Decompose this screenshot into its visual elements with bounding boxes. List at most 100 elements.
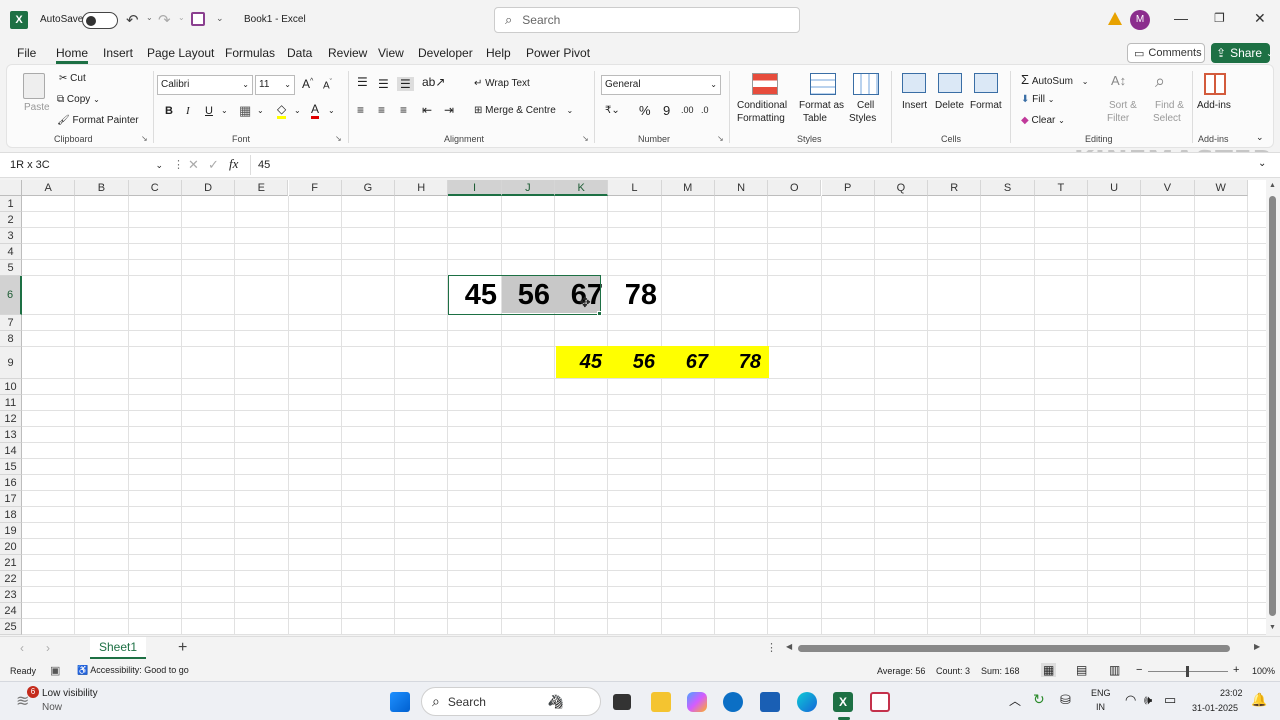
sheet-tab-sheet1[interactable]: Sheet1 xyxy=(90,637,146,659)
row-header-18[interactable]: 18 xyxy=(0,507,22,523)
volume-icon[interactable]: 🕪 xyxy=(1144,692,1152,708)
excel-taskbar-icon[interactable]: X xyxy=(833,692,853,712)
formula-input[interactable]: 45 xyxy=(258,159,270,171)
wrap-text-button[interactable]: ↵ Wrap Text xyxy=(474,78,530,89)
cell-styles-label1[interactable]: Cell xyxy=(857,100,874,111)
undo-dropdown-icon[interactable]: ⌄ xyxy=(146,13,153,22)
autosave-toggle[interactable] xyxy=(82,12,118,29)
alignment-launcher-icon[interactable]: ↘ xyxy=(582,134,589,143)
battery-icon[interactable]: ▭ xyxy=(1164,692,1176,708)
copilot-icon[interactable] xyxy=(687,692,707,712)
cell-K9[interactable]: 45 xyxy=(556,346,610,378)
currency-icon[interactable]: ₹⌄ xyxy=(605,105,620,116)
fill-color-icon[interactable]: ◇ xyxy=(277,102,287,119)
column-header-Q[interactable]: Q xyxy=(874,180,929,196)
autosum-button[interactable]: Σ AutoSum ⌄ xyxy=(1021,72,1088,87)
paste-icon[interactable] xyxy=(23,73,45,99)
row-header-15[interactable]: 15 xyxy=(0,459,22,475)
accessibility-status[interactable]: ♿ Accessibility: Good to go xyxy=(77,665,189,676)
wifi-icon[interactable]: ◠ xyxy=(1125,692,1136,708)
column-header-C[interactable]: C xyxy=(128,180,182,196)
font-color-icon[interactable]: A xyxy=(311,102,320,119)
cell-L6[interactable]: 78 xyxy=(609,276,662,314)
tab-file[interactable]: File xyxy=(17,46,36,60)
page-layout-view-icon[interactable]: ▤ xyxy=(1076,663,1087,677)
sort-filter-label1[interactable]: Sort & xyxy=(1109,100,1137,111)
italic-icon[interactable]: I xyxy=(186,105,190,117)
more-options-icon[interactable]: ⋮ xyxy=(173,158,184,171)
row-header-12[interactable]: 12 xyxy=(0,411,22,427)
decrease-decimal-icon[interactable]: .0 xyxy=(701,105,709,115)
delete-label[interactable]: Delete xyxy=(935,100,964,111)
conditional-formatting-label1[interactable]: Conditional xyxy=(737,100,787,111)
cell-M9[interactable]: 67 xyxy=(663,346,716,378)
insert-cells-icon[interactable] xyxy=(902,73,926,93)
notifications-icon[interactable]: 🔔 xyxy=(1251,692,1267,708)
find-select-icon[interactable]: ⌕ xyxy=(1155,71,1165,92)
dell-icon[interactable] xyxy=(723,692,743,712)
column-header-J[interactable]: J xyxy=(501,180,555,196)
redo-icon[interactable]: ↷ xyxy=(158,11,171,29)
file-explorer-icon[interactable] xyxy=(651,692,671,712)
font-color-dropdown-icon[interactable]: ⌄ xyxy=(328,106,335,115)
font-size-select[interactable]: 11 ⌄ xyxy=(255,75,295,95)
percent-icon[interactable]: % xyxy=(639,103,651,118)
warning-icon[interactable] xyxy=(1108,12,1122,25)
align-left-icon[interactable]: ≡ xyxy=(357,103,364,117)
clock-date[interactable]: 31-01-2025 xyxy=(1192,703,1238,713)
row-header-23[interactable]: 23 xyxy=(0,587,22,603)
lock-icon[interactable]: ⛁ xyxy=(1060,692,1071,708)
macro-record-icon[interactable]: ▣ xyxy=(50,664,60,677)
format-painter-button[interactable]: 🖌 Format Painter xyxy=(57,115,139,126)
restore-icon[interactable]: ❐ xyxy=(1214,11,1225,25)
align-middle-icon[interactable]: ☰ xyxy=(378,77,389,91)
delete-cells-icon[interactable] xyxy=(938,73,962,93)
tab-developer[interactable]: Developer xyxy=(418,46,473,60)
edge-icon[interactable] xyxy=(797,692,817,712)
share-button[interactable]: ⇪ Share ⌄ xyxy=(1211,43,1273,63)
vertical-scrollbar[interactable]: ▲ ▼ xyxy=(1266,180,1280,635)
cell-N9[interactable]: 78 xyxy=(716,346,769,378)
format-as-table-icon[interactable] xyxy=(810,73,836,95)
customize-toolbar-icon[interactable]: ⌄ xyxy=(216,13,224,24)
paste-label[interactable]: Paste xyxy=(24,102,50,113)
row-header-5[interactable]: 5 xyxy=(0,260,22,276)
row-header-7[interactable]: 7 xyxy=(0,315,22,331)
row-header-3[interactable]: 3 xyxy=(0,228,22,244)
borders-icon[interactable]: ▦ xyxy=(239,103,251,119)
worksheet-grid[interactable]: ABCDEFGHIJKLMNOPQRSTUVW 1 2 3 4 5 6 7 8 9 10 11 12 1… xyxy=(0,180,1266,635)
close-icon[interactable]: ✕ xyxy=(1254,10,1266,27)
format-as-table-label2[interactable]: Table xyxy=(803,113,827,124)
scroll-down-icon[interactable]: ▼ xyxy=(1269,624,1276,631)
scroll-left-icon[interactable]: ◀ xyxy=(786,642,792,651)
scroll-up-icon[interactable]: ▲ xyxy=(1269,182,1276,189)
column-header-I[interactable]: I xyxy=(448,180,502,196)
find-select-label1[interactable]: Find & xyxy=(1155,100,1184,111)
column-header-S[interactable]: S xyxy=(981,180,1035,196)
tab-view[interactable]: View xyxy=(378,46,404,60)
column-header-L[interactable]: L xyxy=(608,180,662,196)
clock-time[interactable]: 23:02 xyxy=(1220,688,1243,698)
tab-page-layout[interactable]: Page Layout xyxy=(147,46,214,60)
undo-icon[interactable]: ↶ xyxy=(126,11,139,29)
tab-formulas[interactable]: Formulas xyxy=(225,46,275,60)
format-label[interactable]: Format xyxy=(970,100,1002,111)
tab-review[interactable]: Review xyxy=(328,46,367,60)
column-header-K[interactable]: K xyxy=(555,180,609,196)
number-format-select[interactable]: General ⌄ xyxy=(601,75,721,95)
column-header-O[interactable]: O xyxy=(768,180,822,196)
tab-data[interactable]: Data xyxy=(287,46,312,60)
next-sheet-icon[interactable]: › xyxy=(46,641,50,655)
row-header-13[interactable]: 13 xyxy=(0,427,22,443)
sync-icon[interactable]: ↻ xyxy=(1033,691,1045,708)
orientation-icon[interactable]: ab↗ xyxy=(422,75,445,89)
increase-decimal-icon[interactable]: .00 xyxy=(681,105,694,115)
tab-help[interactable]: Help xyxy=(486,46,511,60)
increase-font-icon[interactable]: A^ xyxy=(302,77,313,91)
clipboard-launcher-icon[interactable]: ↘ xyxy=(141,134,148,143)
copy-button[interactable]: ⧉ Copy ⌄ xyxy=(57,94,100,105)
task-view-icon[interactable] xyxy=(613,694,631,710)
decrease-font-icon[interactable]: Aˇ xyxy=(323,79,332,91)
language-code[interactable]: ENG xyxy=(1091,688,1111,698)
row-header-14[interactable]: 14 xyxy=(0,443,22,459)
